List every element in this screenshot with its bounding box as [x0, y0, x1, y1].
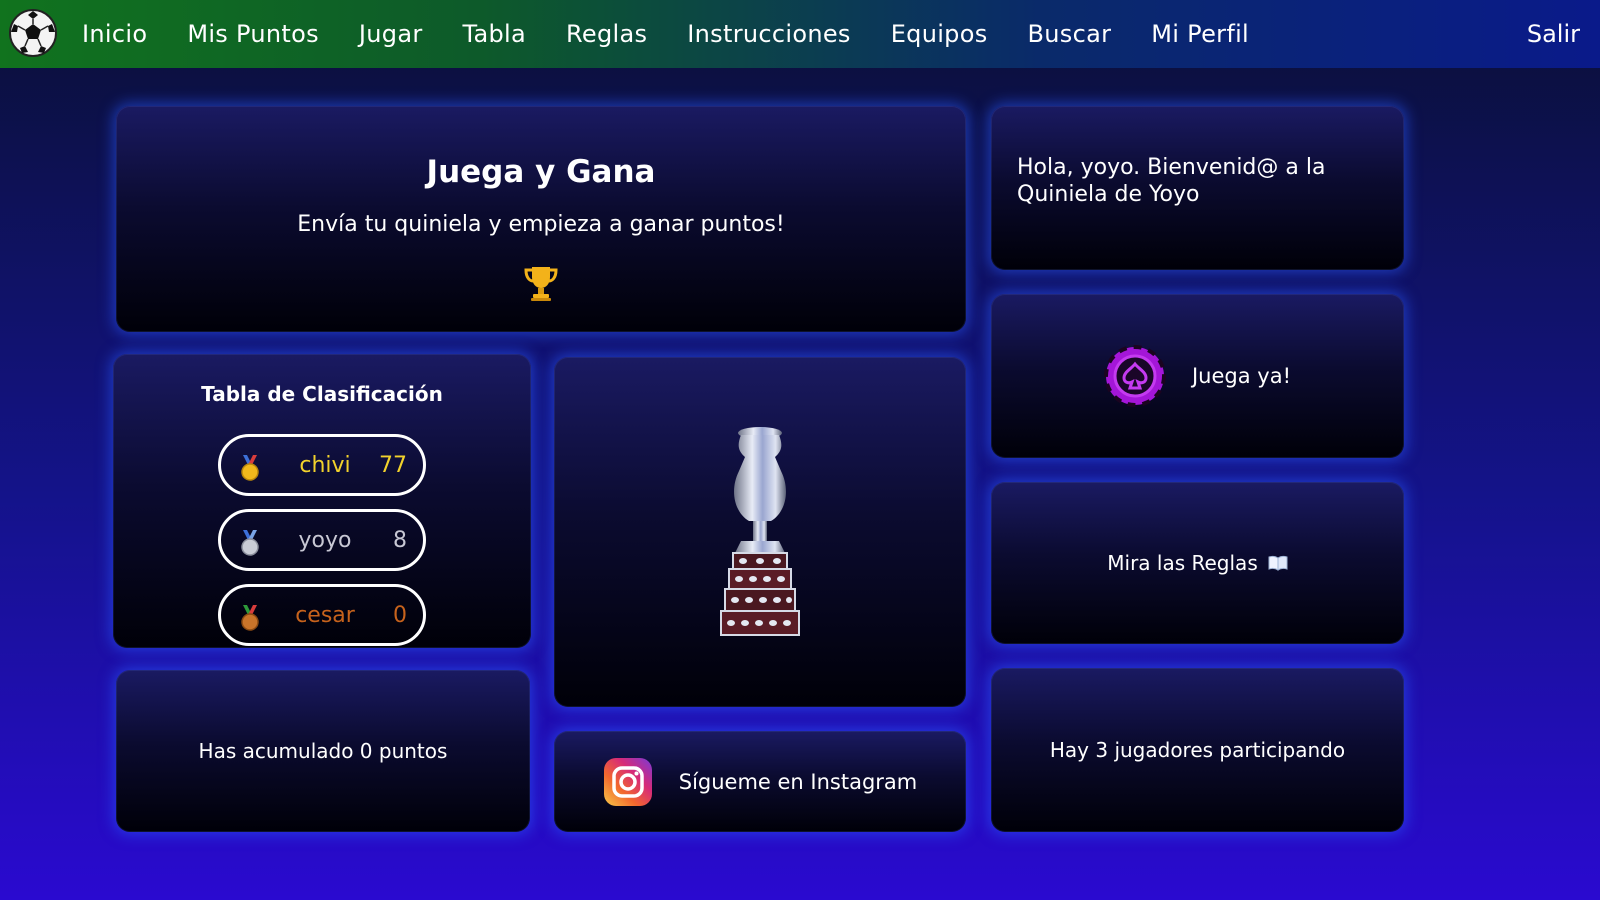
rules-label: Mira las Reglas — [1107, 551, 1258, 575]
top-nav-bar: Inicio Mis Puntos Jugar Tabla Reglas Ins… — [0, 0, 1600, 68]
players-count-text: Hay 3 jugadores participando — [1049, 738, 1346, 762]
nav-item-tabla[interactable]: Tabla — [463, 20, 527, 48]
rules-card[interactable]: Mira las Reglas — [991, 482, 1404, 644]
leaderboard-card: Tabla de Clasificación chivi 77 yoyo 8 c… — [113, 354, 531, 648]
play-now-label: Juega ya! — [1191, 364, 1291, 388]
hero-subtitle: Envía tu quiniela y empieza a ganar punt… — [297, 212, 785, 237]
nav-item-buscar[interactable]: Buscar — [1028, 20, 1112, 48]
nav-item-jugar[interactable]: Jugar — [359, 20, 423, 48]
logout-link[interactable]: Salir — [1527, 0, 1580, 68]
instagram-label: Sígueme en Instagram — [678, 769, 918, 794]
nav-item-equipos[interactable]: Equipos — [891, 20, 988, 48]
leaderboard-row[interactable]: yoyo 8 — [218, 509, 426, 571]
welcome-text: Hola, yoyo. Bienvenid@ a la Quiniela de … — [1017, 155, 1326, 207]
leaderboard-points: 77 — [379, 452, 407, 478]
main-menu: Inicio Mis Puntos Jugar Tabla Reglas Ins… — [82, 0, 1289, 68]
leaderboard-row[interactable]: cesar 0 — [218, 584, 426, 646]
instagram-card[interactable]: Sígueme en Instagram — [554, 731, 966, 832]
nav-item-inicio[interactable]: Inicio — [82, 20, 147, 48]
play-now-card[interactable]: Juega ya! — [991, 294, 1404, 458]
poker-chip-icon — [1103, 345, 1166, 407]
leaderboard-points: 8 — [393, 527, 407, 553]
soccer-ball-icon[interactable] — [8, 8, 58, 58]
nav-item-mi-perfil[interactable]: Mi Perfil — [1151, 20, 1249, 48]
trophy-image-card — [554, 357, 966, 707]
leaderboard-points: 0 — [393, 602, 407, 628]
hero-title: Juega y Gana — [426, 154, 656, 190]
my-points-card: Has acumulado 0 puntos — [116, 670, 530, 832]
leaderboard-row[interactable]: chivi 77 — [218, 434, 426, 496]
my-points-text: Has acumulado 0 puntos — [198, 739, 448, 763]
nav-item-mis-puntos[interactable]: Mis Puntos — [187, 20, 319, 48]
nav-item-instrucciones[interactable]: Instrucciones — [687, 20, 850, 48]
trophy-icon — [524, 267, 558, 301]
open-book-icon — [1268, 555, 1288, 571]
nav-item-reglas[interactable]: Reglas — [566, 20, 647, 48]
copa-america-trophy-image — [720, 427, 800, 636]
instagram-icon — [603, 757, 652, 806]
hero-card: Juega y Gana Envía tu quiniela y empieza… — [116, 106, 966, 332]
players-count-card: Hay 3 jugadores participando — [991, 668, 1404, 832]
welcome-card: Hola, yoyo. Bienvenid@ a la Quiniela de … — [991, 106, 1404, 270]
leaderboard-title: Tabla de Clasificación — [201, 382, 443, 406]
